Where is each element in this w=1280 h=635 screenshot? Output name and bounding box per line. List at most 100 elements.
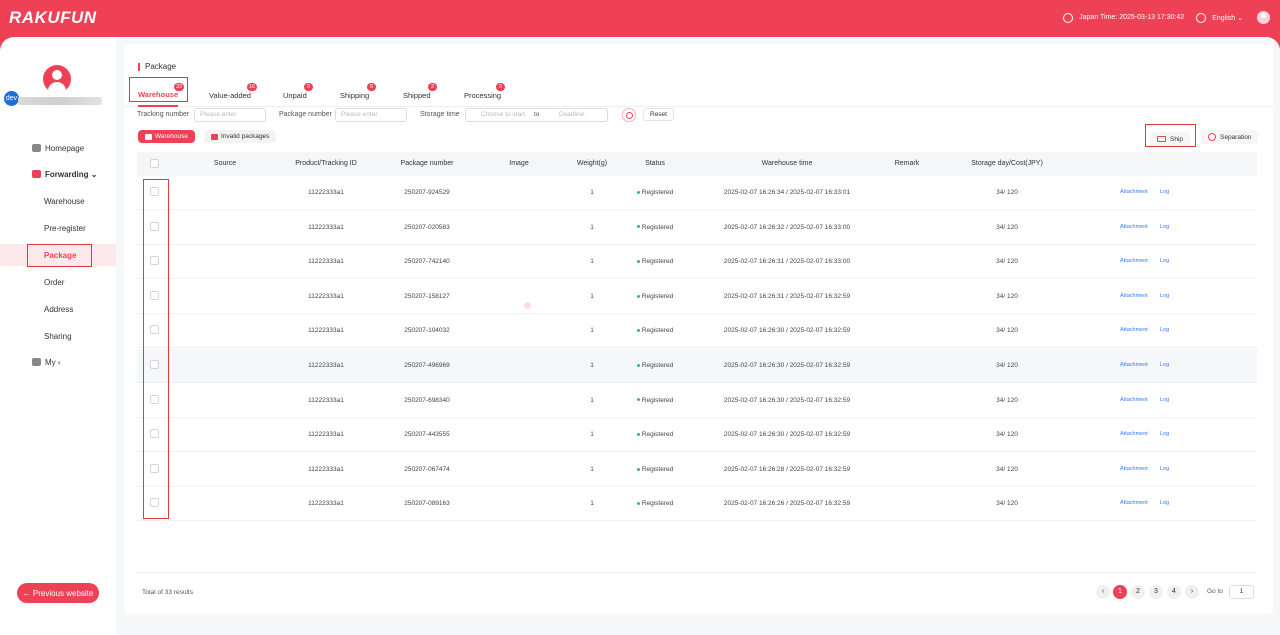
status-badge: Registered <box>625 327 685 334</box>
warehouse-time: 2025-02-07 16:26:30 / 2025-02-07 16:32:5… <box>723 431 851 439</box>
sidebar-item-label: Order <box>44 277 65 287</box>
top-bar: RAKUFUN Japan Time: 2025-03-13 17:30:42 … <box>0 0 1280 37</box>
tab-badge: 16 <box>247 83 258 91</box>
package-input[interactable]: Please enter <box>335 108 407 122</box>
log-link[interactable]: Log <box>1160 500 1169 506</box>
reset-button[interactable]: Reset <box>643 108 674 121</box>
tracking-id: 11222333a1 <box>308 258 344 266</box>
prev-page-button[interactable]: ‹ <box>1096 585 1110 599</box>
attachment-link[interactable]: Attachment <box>1120 431 1148 437</box>
tab-badge: 2 <box>428 83 437 91</box>
attachment-link[interactable]: Attachment <box>1120 466 1148 472</box>
status-badge: Registered <box>625 500 685 507</box>
log-link[interactable]: Log <box>1160 224 1169 230</box>
attachment-link[interactable]: Attachment <box>1120 224 1148 230</box>
tracking-id: 11222333a1 <box>308 465 344 473</box>
tab-processing[interactable]: Processing 0 <box>464 83 505 107</box>
table-row[interactable]: 11222333a1 250207-067474 1 Registered 2025-0… <box>137 453 1257 487</box>
package-number: 250207-158127 <box>404 292 450 300</box>
sidebar-item-pre-register[interactable]: Pre-register <box>0 217 116 239</box>
footer-divider <box>137 572 1257 573</box>
profile-avatar[interactable] <box>43 65 71 93</box>
attachment-link[interactable]: Attachment <box>1120 293 1148 299</box>
language-select[interactable]: English ⌄ <box>1212 14 1243 22</box>
subtab-warehouse[interactable]: Warehouse <box>138 130 195 143</box>
sidebar-item-homepage[interactable]: Homepage <box>0 137 116 159</box>
table-row[interactable]: 11222333a1 250207-104032 1 Registered 2025-0… <box>137 314 1257 349</box>
status-dot-icon <box>636 190 640 194</box>
page-4-button[interactable]: 4 <box>1167 585 1181 599</box>
table-row[interactable]: 11222333a1 250207-742140 1 Registered 2025-0… <box>137 245 1257 280</box>
log-link[interactable]: Log <box>1160 362 1169 368</box>
page-2-button[interactable]: 2 <box>1131 585 1145 599</box>
subtab-invalid-packages[interactable]: Invalid packages <box>204 130 277 143</box>
to-label: to <box>534 111 540 118</box>
table-row[interactable]: 11222333a1 250207-089163 1 Registered 2025-0… <box>137 487 1257 522</box>
weight: 1 <box>590 362 594 369</box>
goto-page-input[interactable]: 1 <box>1229 585 1254 599</box>
next-page-button[interactable]: › <box>1185 585 1199 599</box>
globe-icon[interactable] <box>1196 12 1207 23</box>
weight: 1 <box>590 258 594 266</box>
tracking-input[interactable]: Please enter <box>194 108 266 122</box>
status-badge: Registered <box>625 189 685 196</box>
attachment-link[interactable]: Attachment <box>1120 500 1148 506</box>
attachment-link[interactable]: Attachment <box>1120 189 1148 195</box>
sidebar-item-sharing[interactable]: Sharing <box>0 325 116 347</box>
table-row[interactable]: 11222333a1 250207-924529 1 Registered 2025-0… <box>137 176 1257 210</box>
table-row[interactable]: 11222333a1 250207-020583 1 Registered 2025-0… <box>137 211 1257 245</box>
tab-label: Unpaid <box>283 90 307 100</box>
package-number: 250207-443555 <box>404 431 450 439</box>
tab-shipped[interactable]: Shipped 2 <box>403 83 437 107</box>
storage-label: Storage time <box>420 111 460 118</box>
log-link[interactable]: Log <box>1160 431 1169 437</box>
previous-website-button[interactable]: ← Previous website <box>17 583 99 603</box>
table-row[interactable]: 11222333a1 250207-496969 1 Registered 2025-0… <box>137 349 1257 383</box>
status-text: Registered <box>641 258 674 266</box>
separation-button[interactable]: Separation <box>1201 130 1259 144</box>
logo[interactable]: RAKUFUN <box>9 8 97 28</box>
sidebar-item-warehouse[interactable]: Warehouse <box>0 190 116 212</box>
storage-date-range[interactable]: Choose to start to Deadline <box>465 108 608 122</box>
user-avatar-icon[interactable] <box>1257 11 1270 24</box>
sidebar-item-label: Homepage <box>45 143 85 153</box>
attachment-link[interactable]: Attachment <box>1120 397 1148 403</box>
app-shell: dev Homepage Forwarding ⌄ Warehouse Pre-… <box>0 37 1280 635</box>
status-dot-icon <box>636 467 640 471</box>
tracking-id: 11222333a1 <box>308 189 344 196</box>
status-text: Registered <box>641 500 674 508</box>
table-row[interactable]: 11222333a1 250207-443555 1 Registered 2025-0… <box>137 418 1257 453</box>
sidebar-item-forwarding[interactable]: Forwarding ⌄ <box>0 163 116 185</box>
weight: 1 <box>590 223 594 231</box>
log-link[interactable]: Log <box>1160 466 1169 472</box>
log-link[interactable]: Log <box>1160 258 1169 264</box>
search-icon[interactable] <box>622 108 636 122</box>
select-all-checkbox[interactable] <box>150 159 159 168</box>
sidebar-item-address[interactable]: Address <box>0 298 116 320</box>
tab-shipping[interactable]: Shipping 0 <box>340 83 376 107</box>
attachment-link[interactable]: Attachment <box>1120 327 1148 333</box>
home-icon <box>32 144 41 152</box>
attachment-link[interactable]: Attachment <box>1120 362 1148 368</box>
tab-label: Shipping <box>340 90 370 100</box>
log-link[interactable]: Log <box>1160 293 1169 299</box>
sidebar-item-my[interactable]: My ‹ <box>0 351 116 373</box>
table-row[interactable]: 11222333a1 250207-698340 1 Registered 2025-0… <box>137 384 1257 418</box>
log-link[interactable]: Log <box>1160 327 1169 333</box>
package-number: 250207-067474 <box>404 465 450 473</box>
sidebar-item-order[interactable]: Order <box>0 271 116 293</box>
tab-unpaid[interactable]: Unpaid 0 <box>283 83 313 107</box>
page-3-button[interactable]: 3 <box>1149 585 1163 599</box>
warehouse-time: 2025-02-07 16:26:30 / 2025-02-07 16:32:5… <box>723 362 851 369</box>
log-link[interactable]: Log <box>1160 397 1169 403</box>
attachment-link[interactable]: Attachment <box>1120 258 1148 264</box>
forwarding-icon <box>32 170 41 178</box>
table-row[interactable]: 11222333a1 250207-158127 1 Registered 2025-0… <box>137 280 1257 314</box>
status-text: Registered <box>641 431 674 439</box>
tab-value-added[interactable]: Value-added 16 <box>209 83 258 107</box>
weight: 1 <box>590 465 594 473</box>
status-badge: Registered <box>625 466 685 473</box>
log-link[interactable]: Log <box>1160 189 1169 195</box>
page-1-button[interactable]: 1 <box>1113 585 1127 599</box>
status-dot-icon <box>636 398 640 402</box>
